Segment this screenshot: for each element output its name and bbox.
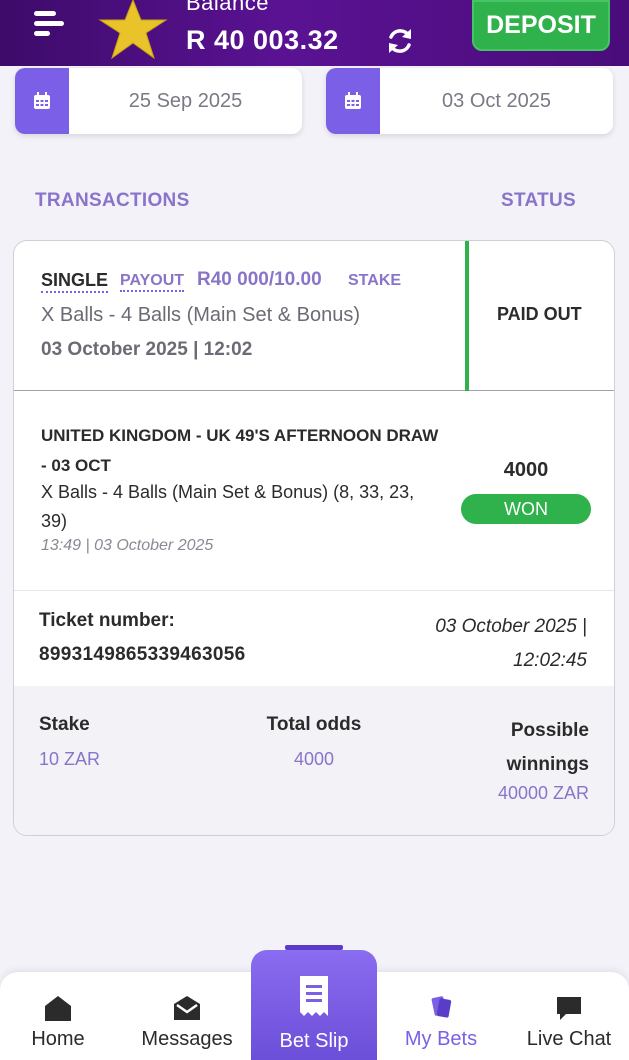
nav-mybets-label: My Bets — [404, 1028, 478, 1050]
result-badge: WON — [461, 494, 591, 524]
status-badge: PAID OUT — [497, 304, 582, 324]
stake-label: STAKE — [348, 272, 402, 289]
payout-label: PAYOUT — [120, 272, 185, 292]
date-from-value: 25 Sep 2025 — [128, 90, 243, 112]
ticket-number: 8993149865339463056 — [39, 644, 246, 665]
bet-market: X Balls - 4 Balls (Main Set & Bonus) — [41, 304, 361, 326]
nav-home[interactable]: Home — [8, 972, 108, 1060]
bet-date: 03 October 2025 | 12:02 — [41, 339, 253, 360]
bet-summary-row: SINGLE PAYOUT R40 000/10.00 STAKE X Ball… — [14, 241, 614, 391]
nav-betslip-label: Bet Slip — [279, 1030, 349, 1052]
balance-amount: R 40 003.32 — [186, 25, 339, 55]
nav-mybets[interactable]: My Bets — [388, 972, 494, 1060]
receipt-icon — [300, 976, 328, 1016]
chat-icon — [557, 997, 581, 1020]
total-odds-label: Total odds — [266, 714, 362, 735]
leg-selection: X Balls - 4 Balls (Main Set & Bonus) (8,… — [41, 482, 415, 531]
date-from-picker[interactable]: 25 Sep 2025 — [15, 68, 302, 134]
ticket-label: Ticket number: — [39, 610, 175, 631]
date-to-picker[interactable]: 03 Oct 2025 — [326, 68, 613, 134]
bet-card[interactable]: SINGLE PAYOUT R40 000/10.00 STAKE X Ball… — [13, 240, 615, 836]
home-icon — [45, 996, 71, 1021]
menu-icon[interactable] — [34, 9, 66, 39]
status-heading: STATUS — [501, 190, 576, 211]
leg-odds: 4000 — [503, 459, 549, 481]
possible-winnings-label: Possible winnings — [506, 720, 589, 775]
date-to-value: 03 Oct 2025 — [442, 90, 551, 112]
payout-value: R40 000/10.00 — [197, 269, 322, 290]
balance-label: Balance — [186, 0, 270, 15]
cards-icon — [431, 996, 452, 1018]
leg-event: UNITED KINGDOM - UK 49'S AFTERNOON DRAW … — [41, 426, 439, 475]
leg-time: 13:49 | 03 October 2025 — [41, 537, 214, 554]
nav-home-label: Home — [31, 1028, 85, 1050]
refresh-icon[interactable] — [384, 25, 416, 57]
nav-livechat-label: Live Chat — [526, 1028, 612, 1050]
nav-betslip[interactable]: Bet Slip — [251, 950, 377, 1060]
top-bar: Balance R 40 003.32 DEPOSIT — [0, 0, 629, 66]
star-logo-icon — [98, 0, 168, 60]
transactions-heading: TRANSACTIONS — [35, 190, 190, 211]
nav-messages-label: Messages — [141, 1028, 233, 1050]
calendar-icon — [15, 68, 69, 134]
bet-type: SINGLE — [41, 270, 109, 293]
nav-messages[interactable]: Messages — [128, 972, 246, 1060]
calendar-icon — [326, 68, 380, 134]
total-odds-value: 4000 — [293, 749, 335, 769]
envelope-icon — [174, 996, 200, 1020]
bet-totals: Stake 10 ZAR Total odds 4000 Possible wi… — [14, 686, 614, 835]
stake-total-value: 10 ZAR — [39, 749, 101, 769]
deposit-button[interactable]: DEPOSIT — [472, 0, 610, 51]
stake-total-label: Stake — [39, 714, 90, 735]
nav-livechat[interactable]: Live Chat — [514, 972, 624, 1060]
possible-winnings-value: 40000 ZAR — [497, 783, 589, 803]
divider — [14, 590, 614, 591]
ticket-date: 03 October 2025 | 12:02:45 — [435, 616, 587, 671]
status-divider — [465, 241, 469, 391]
